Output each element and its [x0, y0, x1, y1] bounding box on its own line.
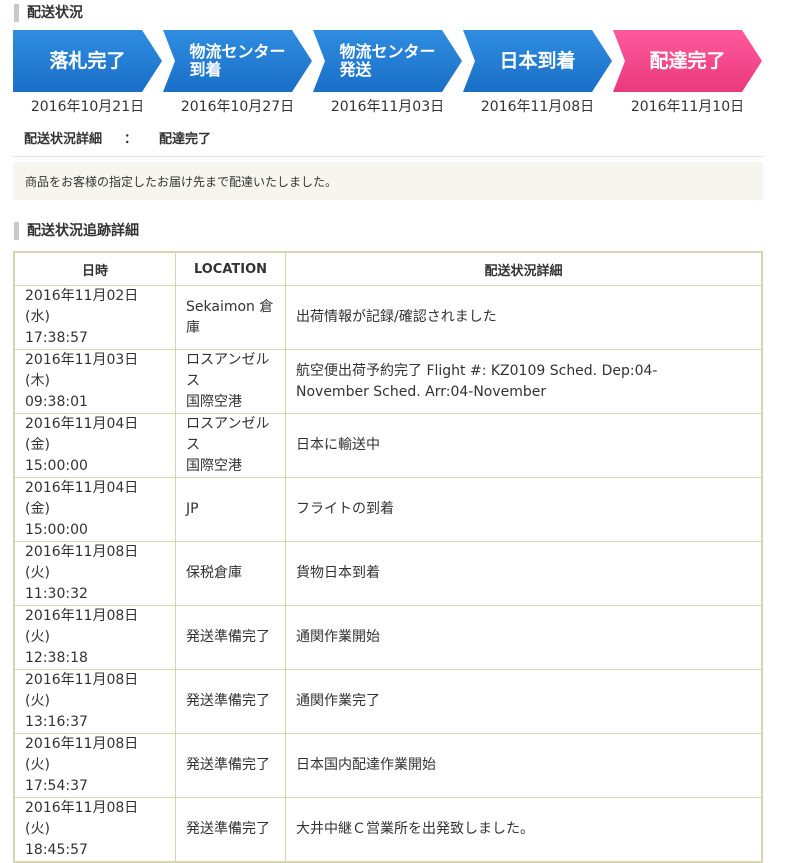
- header-location: LOCATION: [175, 251, 286, 286]
- progress-steps: 落札完了 物流センター 到着 物流センター 発送 日本到着 配達完了: [13, 30, 773, 92]
- cell-location: 発送準備完了: [175, 733, 286, 798]
- step-4-date: 2016年11月08日: [480, 99, 595, 115]
- cell-detail: 航空便出荷予約完了 Flight #: KZ0109 Sched. Dep:04…: [285, 349, 763, 414]
- cell-location: 発送準備完了: [175, 605, 286, 670]
- cell-datetime: 2016年11月08日 (火) 11:30:32: [13, 541, 176, 606]
- step-1: 落札完了: [13, 30, 162, 92]
- cell-detail: 通関作業完了: [285, 669, 763, 734]
- tracking-table: 日時 LOCATION 配送状況詳細 2016年11月02日 (水) 17:38:…: [13, 251, 763, 863]
- cell-datetime: 2016年11月03日 (木) 09:38:01: [13, 349, 176, 414]
- cell-detail: 大井中継Ｃ営業所を出発致しました。: [285, 797, 763, 863]
- cell-location: 発送準備完了: [175, 669, 286, 734]
- step-2: 物流センター 到着: [163, 30, 312, 92]
- step-2-date: 2016年10月27日: [180, 99, 295, 115]
- cell-datetime: 2016年11月08日 (火) 17:54:37: [13, 733, 176, 798]
- step-4: 日本到着: [463, 30, 612, 92]
- cell-detail: フライトの到着: [285, 477, 763, 542]
- table-row: 2016年11月08日 (火) 18:45:57 発送準備完了 大井中継Ｃ営業所を出発…: [13, 797, 763, 863]
- cell-location: JP: [175, 477, 286, 542]
- delivery-status-heading: 配送状況: [14, 4, 83, 22]
- cell-location: 発送準備完了: [175, 797, 286, 863]
- cell-datetime: 2016年11月04日 (金) 15:00:00: [13, 477, 176, 542]
- table-row: 2016年11月04日 (金) 15:00:00 ロスアンゼルス 国際空港 日本に輸送中: [13, 413, 763, 478]
- cell-datetime: 2016年11月02日 (水) 17:38:57: [13, 285, 176, 350]
- cell-detail: 貨物日本到着: [285, 541, 763, 606]
- status-message: 商品をお客様の指定したお届け先まで配達いたしました。: [13, 162, 763, 200]
- cell-location: Sekaimon 倉庫: [175, 285, 286, 350]
- cell-datetime: 2016年11月08日 (火) 12:38:18: [13, 605, 176, 670]
- table-row: 2016年11月02日 (水) 17:38:57 Sekaimon 倉庫 出荷情報が記…: [13, 285, 763, 350]
- cell-datetime: 2016年11月04日 (金) 15:00:00: [13, 413, 176, 478]
- status-detail-row: 配送状況詳細 ： 配達完了: [24, 128, 211, 147]
- status-detail-separator: ：: [124, 132, 138, 147]
- step-3-label: 物流センター 発送: [339, 42, 436, 79]
- tracking-heading: 配送状況追跡詳細: [14, 222, 139, 240]
- header-datetime: 日時: [13, 251, 176, 286]
- table-header-row: 日時 LOCATION 配送状況詳細: [13, 251, 763, 286]
- step-5-date: 2016年11月10日: [630, 99, 745, 115]
- table-row: 2016年11月08日 (火) 17:54:37 発送準備完了 日本国内配達作業開始: [13, 733, 763, 798]
- table-row: 2016年11月08日 (火) 11:30:32 保税倉庫 貨物日本到着: [13, 541, 763, 606]
- step-5: 配達完了: [613, 30, 762, 92]
- status-detail-label: 配送状況詳細: [24, 132, 103, 147]
- cell-detail: 日本に輸送中: [285, 413, 763, 478]
- cell-location: ロスアンゼルス 国際空港: [175, 349, 286, 414]
- cell-datetime: 2016年11月08日 (火) 18:45:57: [13, 797, 176, 863]
- step-4-label: 日本到着: [499, 50, 576, 72]
- cell-detail: 日本国内配達作業開始: [285, 733, 763, 798]
- table-row: 2016年11月08日 (火) 12:38:18 発送準備完了 通関作業開始: [13, 605, 763, 670]
- table-row: 2016年11月04日 (金) 15:00:00 JP フライトの到着: [13, 477, 763, 542]
- step-1-label: 落札完了: [49, 50, 126, 72]
- step-5-label: 配達完了: [649, 50, 726, 72]
- divider: [13, 156, 763, 157]
- header-detail: 配送状況詳細: [285, 251, 763, 286]
- cell-datetime: 2016年11月08日 (火) 13:16:37: [13, 669, 176, 734]
- table-row: 2016年11月08日 (火) 13:16:37 発送準備完了 通関作業完了: [13, 669, 763, 734]
- step-2-label: 物流センター 到着: [189, 42, 286, 79]
- cell-detail: 通関作業開始: [285, 605, 763, 670]
- step-3: 物流センター 発送: [313, 30, 462, 92]
- cell-location: 保税倉庫: [175, 541, 286, 606]
- step-3-date: 2016年11月03日: [330, 99, 445, 115]
- cell-detail: 出荷情報が記録/確認されました: [285, 285, 763, 350]
- table-row: 2016年11月03日 (木) 09:38:01 ロスアンゼルス 国際空港 航空便出荷予…: [13, 349, 763, 414]
- step-dates: 2016年10月21日 2016年10月27日 2016年11月03日 2016…: [13, 96, 773, 116]
- status-detail-value: 配達完了: [159, 132, 212, 147]
- cell-location: ロスアンゼルス 国際空港: [175, 413, 286, 478]
- step-1-date: 2016年10月21日: [30, 99, 145, 115]
